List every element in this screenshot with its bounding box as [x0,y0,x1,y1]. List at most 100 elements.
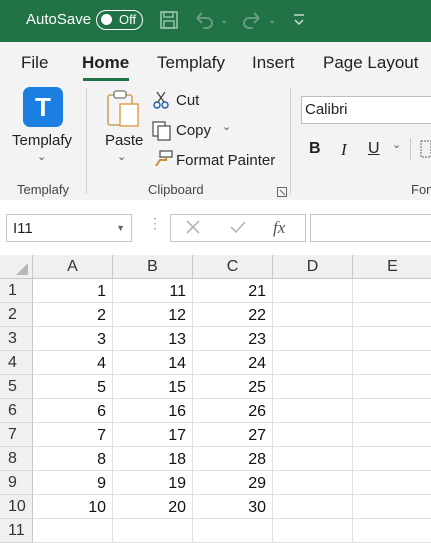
row-header[interactable]: 5 [0,375,33,399]
cell-d4[interactable] [273,351,353,375]
cell-e9[interactable] [353,471,431,495]
row-header[interactable]: 2 [0,303,33,327]
insert-function-icon[interactable]: fx [273,218,285,238]
row-header[interactable]: 3 [0,327,33,351]
cell-e2[interactable] [353,303,431,327]
column-header-d[interactable]: D [273,255,353,279]
row-header[interactable]: 1 [0,279,33,303]
cell-d8[interactable] [273,447,353,471]
cell-d10[interactable] [273,495,353,519]
enter-check-icon[interactable] [228,218,248,241]
redo-dropdown-icon[interactable]: ⌄ [268,15,276,26]
cell-c11[interactable] [193,519,273,543]
cell-b11[interactable] [113,519,193,543]
chevron-down-icon[interactable]: ⌄ [222,120,231,133]
cell-b9[interactable]: 19 [113,471,193,495]
tab-file[interactable]: File [21,53,48,73]
tab-templafy[interactable]: Templafy [157,53,225,73]
save-icon[interactable] [158,9,180,31]
cell-c8[interactable]: 28 [193,447,273,471]
row-header[interactable]: 6 [0,399,33,423]
cell-d7[interactable] [273,423,353,447]
tab-page-layout[interactable]: Page Layout [323,53,418,73]
font-name-combobox[interactable]: Calibri [301,96,431,124]
cell-d9[interactable] [273,471,353,495]
formula-input[interactable] [310,214,431,242]
group-divider [86,88,87,194]
cell-b5[interactable]: 15 [113,375,193,399]
italic-button[interactable]: I [341,140,347,160]
cell-a8[interactable]: 8 [33,447,113,471]
cell-a1[interactable]: 1 [33,279,113,303]
cell-d1[interactable] [273,279,353,303]
font-name-value: Calibri [305,101,348,118]
cell-e5[interactable] [353,375,431,399]
cell-b8[interactable]: 18 [113,447,193,471]
chevron-down-icon[interactable]: ⌄ [392,138,401,151]
cell-e4[interactable] [353,351,431,375]
cell-b3[interactable]: 13 [113,327,193,351]
select-all-corner[interactable] [0,255,33,279]
cell-b1[interactable]: 11 [113,279,193,303]
cell-a5[interactable]: 5 [33,375,113,399]
cell-a2[interactable]: 2 [33,303,113,327]
cell-e10[interactable] [353,495,431,519]
column-header-c[interactable]: C [193,255,273,279]
cell-c6[interactable]: 26 [193,399,273,423]
cell-c5[interactable]: 25 [193,375,273,399]
cell-b4[interactable]: 14 [113,351,193,375]
row-header[interactable]: 11 [0,519,33,543]
underline-button[interactable]: U [368,140,380,158]
cut-label: Cut [176,92,200,109]
cell-e1[interactable] [353,279,431,303]
cell-c1[interactable]: 21 [193,279,273,303]
tab-insert[interactable]: Insert [252,53,295,73]
row-header[interactable]: 10 [0,495,33,519]
cell-e3[interactable] [353,327,431,351]
undo-icon[interactable] [193,9,215,31]
cell-a10[interactable]: 10 [33,495,113,519]
cell-c10[interactable]: 30 [193,495,273,519]
column-header-e[interactable]: E [353,255,431,279]
cell-c2[interactable]: 22 [193,303,273,327]
autosave-toggle[interactable]: Off [96,10,143,30]
customize-qat-icon[interactable] [291,9,307,31]
row-header[interactable]: 9 [0,471,33,495]
cell-b7[interactable]: 17 [113,423,193,447]
cell-a11[interactable] [33,519,113,543]
tab-home[interactable]: Home [82,53,129,73]
cell-a6[interactable]: 6 [33,399,113,423]
cell-d6[interactable] [273,399,353,423]
cell-e8[interactable] [353,447,431,471]
column-header-a[interactable]: A [33,255,113,279]
cell-e6[interactable] [353,399,431,423]
cell-a3[interactable]: 3 [33,327,113,351]
undo-dropdown-icon[interactable]: ⌄ [220,15,228,26]
row-header[interactable]: 4 [0,351,33,375]
cell-c9[interactable]: 29 [193,471,273,495]
cell-a4[interactable]: 4 [33,351,113,375]
cell-e11[interactable] [353,519,431,543]
cell-d2[interactable] [273,303,353,327]
cell-b10[interactable]: 20 [113,495,193,519]
cell-e7[interactable] [353,423,431,447]
cell-b6[interactable]: 16 [113,399,193,423]
name-box[interactable]: I11 ▼ [6,214,132,242]
cell-c7[interactable]: 27 [193,423,273,447]
cell-d11[interactable] [273,519,353,543]
cell-a9[interactable]: 9 [33,471,113,495]
row-header[interactable]: 7 [0,423,33,447]
cancel-icon[interactable] [184,218,202,241]
borders-icon[interactable] [420,140,431,163]
bold-button[interactable]: B [309,140,321,158]
cell-b2[interactable]: 12 [113,303,193,327]
cell-d3[interactable] [273,327,353,351]
column-header-b[interactable]: B [113,255,193,279]
redo-icon[interactable] [241,9,263,31]
cell-c4[interactable]: 24 [193,351,273,375]
cell-c3[interactable]: 23 [193,327,273,351]
resize-handle-icon[interactable]: ⋮ [148,216,162,230]
row-header[interactable]: 8 [0,447,33,471]
cell-d5[interactable] [273,375,353,399]
cell-a7[interactable]: 7 [33,423,113,447]
